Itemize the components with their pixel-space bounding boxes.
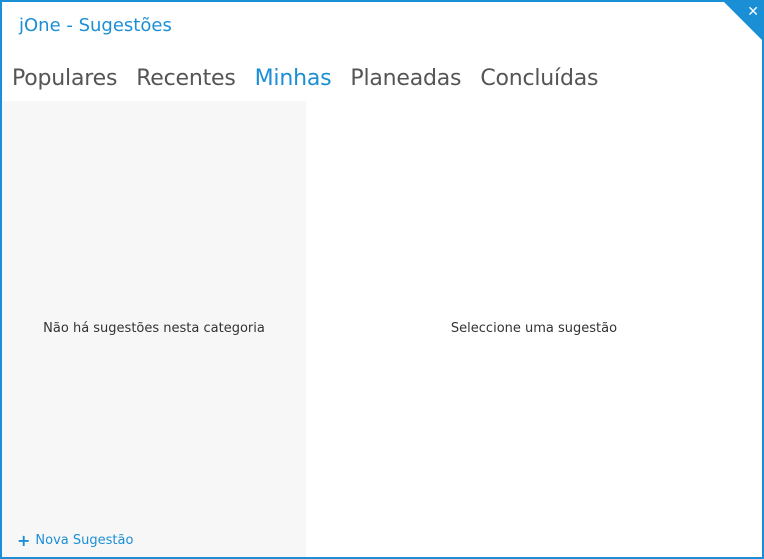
- tab-recentes[interactable]: Recentes: [136, 66, 236, 91]
- window-title: jOne - Sugestões: [19, 15, 172, 36]
- new-suggestion-button[interactable]: + Nova Sugestão: [17, 531, 134, 550]
- category-tabs: Populares Recentes Minhas Planeadas Conc…: [12, 66, 617, 91]
- suggestions-list-pane: Não há sugestões nesta categoria + Nova …: [2, 101, 306, 557]
- tab-concluidas[interactable]: Concluídas: [480, 66, 598, 91]
- select-suggestion-message: Seleccione uma sugestão: [450, 321, 618, 336]
- plus-icon: +: [17, 531, 31, 550]
- suggestion-detail-pane: Seleccione uma sugestão: [306, 101, 762, 557]
- suggestions-window: ✕ jOne - Sugestões Populares Recentes Mi…: [0, 0, 764, 559]
- empty-list-message: Não há sugestões nesta categoria: [43, 321, 265, 336]
- new-suggestion-label: Nova Sugestão: [35, 533, 134, 548]
- tab-planeadas[interactable]: Planeadas: [350, 66, 461, 91]
- tab-populares[interactable]: Populares: [12, 66, 117, 91]
- tab-minhas[interactable]: Minhas: [255, 66, 332, 91]
- close-icon[interactable]: ✕: [747, 2, 759, 22]
